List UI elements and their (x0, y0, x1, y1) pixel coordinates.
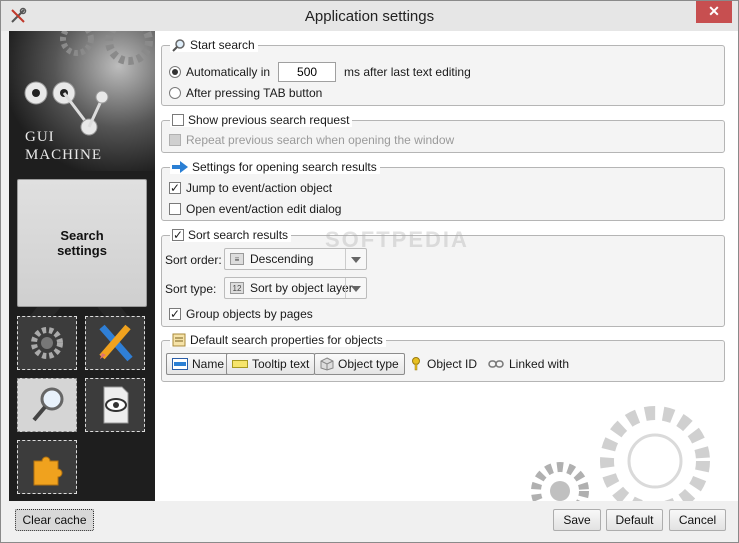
show-previous-label: Show previous search request (188, 113, 350, 127)
start-search-label: Start search (190, 38, 255, 52)
key-icon (412, 357, 420, 371)
tooltip-icon (232, 360, 248, 368)
nav-general-settings[interactable] (17, 316, 77, 370)
nav-design-settings[interactable] (85, 316, 145, 370)
prop-type-toggle[interactable]: Object type (314, 353, 405, 375)
document-eye-icon (103, 386, 129, 424)
close-button[interactable]: ✕ (696, 1, 732, 23)
previous-request-group: Show previous search request Repeat prev… (161, 113, 725, 153)
puzzle-icon (33, 456, 63, 486)
prop-type-label: Object type (338, 357, 399, 371)
logo-text-line1: GUI (25, 129, 55, 145)
default-props-group: Default search properties for objects Na… (161, 333, 725, 382)
repeat-search-row: Repeat previous search when opening the … (169, 133, 454, 147)
open-results-label: Settings for opening search results (192, 160, 377, 174)
gear-watermark-icon (531, 406, 710, 501)
prop-tooltip-label: Tooltip text (252, 357, 310, 371)
pencil-ruler-icon (99, 324, 133, 362)
clear-cache-button[interactable]: Clear cache (15, 509, 94, 531)
edit-dialog-label: Open event/action edit dialog (186, 202, 342, 216)
nav-search-settings-label: Search settings (57, 228, 107, 258)
nav-search-settings[interactable]: Search settings (17, 179, 147, 307)
repeat-search-checkbox[interactable] (169, 134, 181, 146)
sort-type-label-row: Sort type: (165, 282, 216, 296)
arrow-right-icon (172, 161, 188, 173)
cancel-button[interactable]: Cancel (669, 509, 726, 531)
sort-results-checkbox[interactable]: ✓ (172, 229, 184, 241)
sort-order-icon: ≡ (230, 253, 244, 265)
cube-icon (320, 357, 334, 371)
button-bar: Clear cache Save Default Cancel (1, 501, 738, 542)
magnifier-icon (32, 387, 64, 422)
auto-search-radio[interactable] (169, 66, 181, 78)
nav-search-tile[interactable] (17, 378, 77, 432)
watermark-text: SOFTPEDIA (325, 227, 469, 252)
sort-order-label: Sort order: (165, 253, 222, 267)
sort-results-label: Sort search results (188, 228, 289, 242)
save-button[interactable]: Save (553, 509, 601, 531)
sort-type-value: Sort by object layer (250, 281, 353, 295)
nav-plugins-settings[interactable] (17, 440, 77, 494)
edit-dialog-checkbox[interactable] (169, 203, 181, 215)
title-bar: Application settings ✕ (1, 1, 738, 31)
sort-order-value: Descending (250, 252, 314, 266)
prop-name-label: Name (192, 357, 225, 371)
auto-search-suffix: ms after last text editing (344, 65, 471, 79)
settings-content: Start search Automatically in ms after l… (155, 31, 738, 501)
sort-results-title: ✓ Sort search results (170, 228, 292, 242)
sort-type-label: Sort type: (165, 282, 217, 296)
default-props-label: Default search properties for objects (190, 333, 383, 347)
prop-tooltip-toggle[interactable]: Tooltip text (226, 353, 316, 375)
prop-id-toggle[interactable]: Object ID (410, 353, 477, 375)
auto-search-label: Automatically in (186, 65, 271, 79)
prop-linked-label: Linked with (509, 357, 570, 371)
sort-type-icon: 12 (230, 282, 244, 294)
chevron-down-icon (345, 278, 366, 298)
previous-request-title: Show previous search request (170, 113, 353, 127)
group-pages-row: ✓ Group objects by pages (169, 307, 313, 321)
sort-order-label-row: Sort order: (165, 253, 222, 267)
start-search-group: Start search Automatically in ms after l… (161, 38, 725, 106)
tab-search-radio[interactable] (169, 87, 181, 99)
default-props-title: Default search properties for objects (170, 333, 386, 347)
auto-search-row: Automatically in ms after last text edit… (169, 62, 471, 82)
prop-name-toggle[interactable]: Name (166, 353, 231, 375)
jump-checkbox[interactable]: ✓ (169, 182, 181, 194)
tab-search-row: After pressing TAB button (169, 86, 322, 100)
prop-linked-toggle[interactable]: Linked with (488, 353, 569, 375)
default-button[interactable]: Default (606, 509, 663, 531)
nav-preview-settings[interactable] (85, 378, 145, 432)
sort-type-select[interactable]: 12 Sort by object layer (224, 277, 367, 299)
window-title: Application settings (304, 8, 435, 25)
prop-id-label: Object ID (427, 357, 478, 371)
tab-search-label: After pressing TAB button (186, 86, 323, 100)
repeat-search-label: Repeat previous search when opening the … (186, 133, 455, 147)
open-results-group: Settings for opening search results ✓ Ju… (161, 160, 725, 221)
settings-window: Application settings ✕ GUI MACHINE Searc… (0, 0, 739, 543)
gears-icon (31, 327, 63, 359)
edit-dialog-row: Open event/action edit dialog (169, 202, 341, 216)
link-icon (488, 360, 504, 368)
open-results-title: Settings for opening search results (170, 160, 380, 174)
auto-search-delay-input[interactable] (278, 62, 337, 82)
jump-label: Jump to event/action object (186, 181, 333, 195)
start-search-title: Start search (170, 38, 258, 52)
name-field-icon (172, 358, 188, 370)
jump-row: ✓ Jump to event/action object (169, 181, 332, 195)
logo-text-line2: MACHINE (25, 147, 102, 163)
group-pages-label: Group objects by pages (186, 307, 313, 321)
group-pages-checkbox[interactable]: ✓ (169, 308, 181, 320)
show-previous-checkbox[interactable] (172, 114, 184, 126)
magnifier-icon (172, 39, 185, 52)
sidebar: GUI MACHINE Search settings (9, 31, 155, 501)
properties-icon (172, 333, 186, 347)
